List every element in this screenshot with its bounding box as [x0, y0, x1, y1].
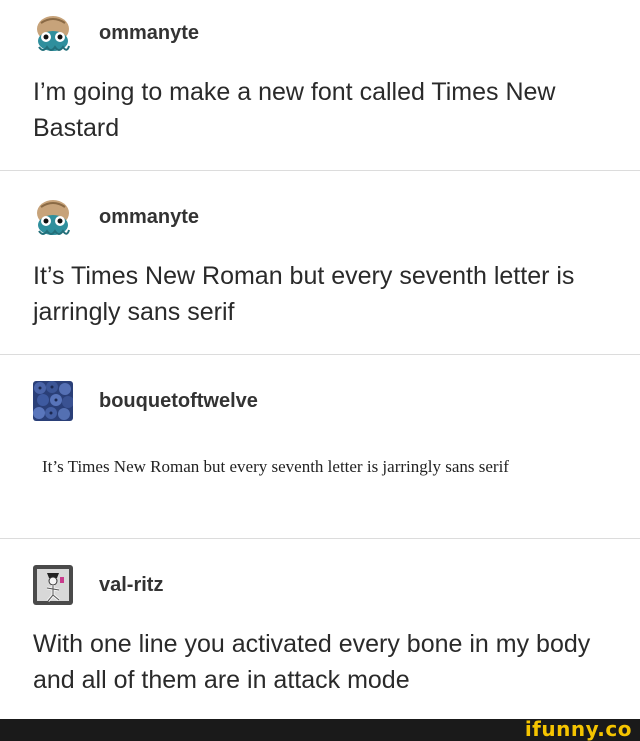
blueberries-avatar[interactable]	[33, 381, 73, 421]
post-header: bouquetoftwelve	[33, 381, 258, 421]
username[interactable]: bouquetoftwelve	[99, 390, 258, 413]
ifunny-watermark: ifunny.co	[524, 717, 632, 741]
post-text: It’s Times New Roman but every seventh l…	[42, 457, 509, 476]
post-text: I’m going to make a new font called Time…	[33, 78, 556, 142]
username[interactable]: ommanyte	[99, 22, 199, 45]
divider	[0, 170, 640, 171]
octopus-avatar[interactable]	[33, 197, 73, 237]
divider	[0, 538, 640, 539]
watermark-bar: ifunny.co	[0, 717, 640, 741]
post-header: val-ritz	[33, 565, 163, 605]
post-text: With one line you activated every bone i…	[33, 630, 591, 694]
skeleton-avatar[interactable]	[33, 565, 73, 605]
post-text: It’s Times New Roman but every seventh l…	[33, 262, 575, 326]
username[interactable]: val-ritz	[99, 574, 163, 597]
divider	[0, 354, 640, 355]
octopus-avatar[interactable]	[33, 13, 73, 53]
post-header: ommanyte	[33, 197, 199, 237]
post-header: ommanyte	[33, 13, 199, 53]
username[interactable]: ommanyte	[99, 206, 199, 229]
